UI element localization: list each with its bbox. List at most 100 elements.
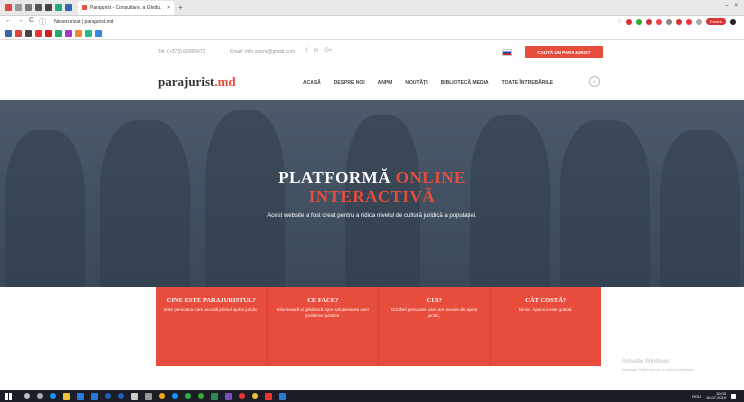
main-menu: ACASĂ DESPRE NOI ANPM NOUTĂȚI BIBLIOTECĂ… <box>303 80 553 86</box>
system-tray: ROU 10:03 16.07.2019 <box>692 392 736 400</box>
logo-suffix: .md <box>214 74 236 89</box>
extension-icon[interactable] <box>645 18 652 25</box>
language-indicator[interactable]: ROU <box>692 394 701 399</box>
feature-heading: CÂT COSTĂ? <box>525 297 567 304</box>
new-tab-button[interactable]: + <box>178 3 183 12</box>
tab-icon[interactable] <box>35 4 42 11</box>
facebook-icon[interactable]: f <box>306 48 308 54</box>
app-icon[interactable] <box>252 392 258 399</box>
watermark-subtitle: Accesați Setări pentru a activa Windows. <box>622 367 695 372</box>
menu-item-all-questions[interactable]: TOATE ÎNTREBĂRILE <box>502 80 553 86</box>
browser-tabbar: Parajurist - Consultare, a Ghidu. × + – … <box>0 0 744 16</box>
clock[interactable]: 10:03 16.07.2019 <box>706 392 726 400</box>
feature-box-cost[interactable]: CÂT COSTĂ? Nimic. Ajutorul este gratuit. <box>491 287 602 366</box>
edge-icon[interactable] <box>50 392 56 399</box>
extension-icon[interactable] <box>655 18 662 25</box>
explorer-icon[interactable] <box>63 392 70 400</box>
app-icon[interactable] <box>225 392 232 400</box>
tab-icon[interactable] <box>45 4 52 11</box>
info-icon[interactable]: ⓘ <box>39 17 46 27</box>
extension-icon[interactable] <box>635 18 642 25</box>
chrome-icon[interactable] <box>198 392 204 399</box>
app-icon[interactable] <box>265 392 272 400</box>
mail-icon[interactable] <box>91 392 98 400</box>
app-icon[interactable] <box>118 392 124 399</box>
nav-buttons: ← → C ⓘ <box>5 17 46 27</box>
menu-item-media-library[interactable]: BIBLIOTECĂ MEDIA <box>441 80 489 86</box>
tab-icon[interactable] <box>15 4 22 11</box>
extension-icon[interactable] <box>665 18 672 25</box>
tab-icon[interactable] <box>25 4 32 11</box>
email-link[interactable]: Email: info.anpm@gmail.com <box>230 49 295 55</box>
task-view-icon[interactable] <box>37 392 43 399</box>
store-icon[interactable] <box>77 392 84 400</box>
hero-title-line1: PLATFORMĂ ONLINE <box>0 168 744 188</box>
windows-taskbar: ROU 10:03 16.07.2019 <box>0 390 744 402</box>
extension-icon[interactable] <box>685 18 692 25</box>
screen: Parajurist - Consultare, a Ghidu. × + – … <box>0 0 744 402</box>
word-icon[interactable] <box>105 392 111 399</box>
googleplus-icon[interactable]: G+ <box>324 48 332 54</box>
search-icon[interactable]: ⌕ <box>589 76 600 87</box>
menu-icon[interactable] <box>730 18 736 25</box>
gmail-icon[interactable] <box>5 4 12 11</box>
menu-item-about[interactable]: DESPRE NOI <box>334 80 365 86</box>
bookmark-icon[interactable] <box>75 30 82 37</box>
profile-error-badge[interactable]: Eroare <box>705 18 726 25</box>
url-field[interactable]: Nesecurizat | parajurist.md <box>54 19 113 25</box>
minimize-button[interactable]: – <box>725 3 728 9</box>
hero-title-white: PLATFORMĂ <box>278 168 391 187</box>
back-button[interactable]: ← <box>5 17 12 27</box>
feature-boxes: CINE ESTE PARAJURISTUL? Este persoana ca… <box>156 287 601 366</box>
bookmark-icon[interactable] <box>25 30 32 37</box>
app-icon[interactable] <box>279 392 286 400</box>
feature-box-whom[interactable]: CUI? Oricărei persoane care are nevoie d… <box>379 287 491 366</box>
windows-start-icon[interactable] <box>5 392 12 400</box>
bookmark-icon[interactable] <box>45 30 52 37</box>
menu-item-anpm[interactable]: ANPM <box>378 80 393 86</box>
app-icon[interactable] <box>239 392 245 399</box>
find-parajurist-button[interactable]: CAUTĂ UN PARAJURIST <box>525 46 603 58</box>
phone-text: Tel: (+373) 60065472 <box>158 49 206 55</box>
bookmark-icon[interactable] <box>35 30 42 37</box>
feature-text: Nimic. Ajutorul este gratuit. <box>518 307 573 312</box>
search-icon[interactable] <box>24 392 30 399</box>
bookmark-icon[interactable] <box>95 30 102 37</box>
feature-box-what[interactable]: CE FACE? Informează și ghidează spre sol… <box>268 287 379 366</box>
bookmark-icon[interactable] <box>85 30 92 37</box>
tab-icon[interactable] <box>65 4 72 11</box>
bookmark-icon[interactable] <box>55 30 62 37</box>
tab-icon[interactable] <box>55 4 62 11</box>
calendar-icon[interactable] <box>131 392 138 400</box>
feature-heading: CINE ESTE PARAJURISTUL? <box>166 297 256 304</box>
tab-close-icon[interactable]: × <box>167 5 170 11</box>
extension-icon[interactable] <box>695 18 702 25</box>
excel-icon[interactable] <box>211 392 218 400</box>
menu-item-news[interactable]: NOUTĂȚI <box>405 80 427 86</box>
feature-heading: CUI? <box>426 297 442 304</box>
star-icon[interactable]: ☆ <box>617 18 622 25</box>
app-icon[interactable] <box>172 392 178 399</box>
app-icon[interactable] <box>145 392 152 400</box>
app-icon[interactable] <box>159 392 165 399</box>
tab-title: Parajurist - Consultare, a Ghidu. <box>90 4 162 11</box>
bookmark-icon[interactable] <box>65 30 72 37</box>
tab-active[interactable]: Parajurist - Consultare, a Ghidu. × <box>78 0 174 15</box>
app-icon[interactable] <box>185 392 191 399</box>
watermark-title: Activate Windows <box>622 359 670 365</box>
site-logo[interactable]: parajurist.md <box>158 74 236 90</box>
feature-box-who[interactable]: CINE ESTE PARAJURISTUL? Este persoana ca… <box>156 287 268 366</box>
extension-icon[interactable] <box>675 18 682 25</box>
menu-item-home[interactable]: ACASĂ <box>303 80 321 86</box>
close-window-button[interactable]: × <box>734 3 738 9</box>
bookmark-icon[interactable] <box>5 30 12 37</box>
hero-title-red: ONLINE <box>395 168 466 187</box>
bookmark-icon[interactable] <box>15 30 22 37</box>
notifications-icon[interactable] <box>731 393 736 399</box>
forward-button[interactable]: → <box>17 17 24 27</box>
linkedin-icon[interactable]: in <box>314 48 319 54</box>
extensions: ☆ Eroare <box>617 18 736 25</box>
russian-flag-icon[interactable] <box>502 49 512 56</box>
reload-button[interactable]: C <box>29 17 34 27</box>
extension-icon[interactable] <box>625 18 632 25</box>
